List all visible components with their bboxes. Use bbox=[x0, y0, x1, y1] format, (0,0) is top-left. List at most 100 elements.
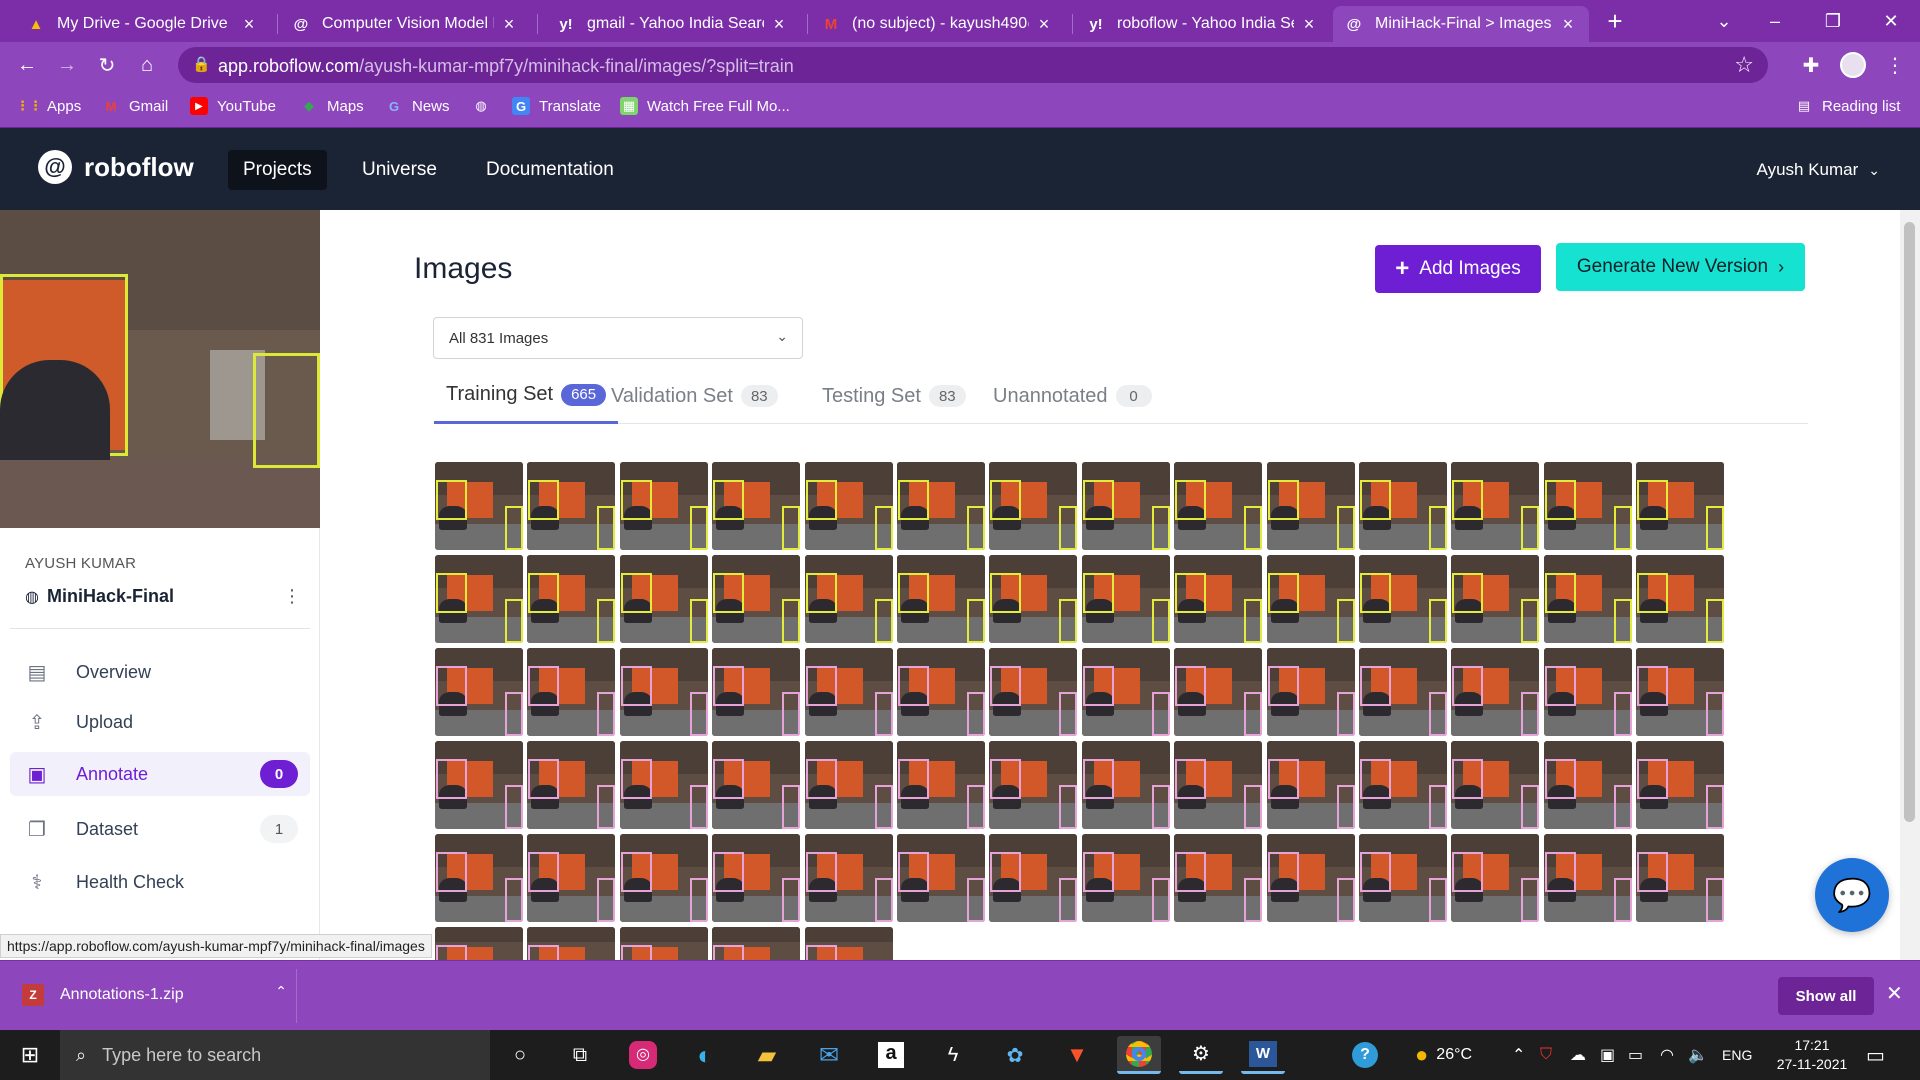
image-thumbnail[interactable] bbox=[897, 462, 985, 550]
image-thumbnail[interactable] bbox=[1451, 462, 1539, 550]
extensions-icon[interactable]: ✚ bbox=[1796, 50, 1826, 80]
close-window-button[interactable]: ✕ bbox=[1862, 0, 1920, 42]
help-icon[interactable]: ? bbox=[1352, 1030, 1378, 1080]
url-text[interactable]: app.roboflow.com/ayush-kumar-mpf7y/minih… bbox=[218, 56, 794, 77]
browser-tab-active[interactable]: @ MiniHack-Final > Images × bbox=[1333, 6, 1589, 42]
image-thumbnail[interactable] bbox=[1082, 741, 1170, 829]
roboflow-logo[interactable]: @ roboflow bbox=[38, 150, 194, 184]
image-thumbnail[interactable] bbox=[435, 555, 523, 643]
image-thumbnail[interactable] bbox=[1636, 462, 1724, 550]
task-view-icon[interactable]: ⧉ bbox=[558, 1036, 602, 1074]
sidebar-item-overview[interactable]: ▤ Overview bbox=[10, 650, 310, 694]
image-thumbnail[interactable] bbox=[1544, 648, 1632, 736]
image-thumbnail[interactable] bbox=[1544, 555, 1632, 643]
image-thumbnail[interactable] bbox=[1451, 741, 1539, 829]
image-thumbnail[interactable] bbox=[805, 555, 893, 643]
bookmark-watch-movies[interactable]: ▦ Watch Free Full Mo... bbox=[620, 97, 790, 115]
image-thumbnail[interactable] bbox=[1359, 648, 1447, 736]
image-thumbnail[interactable] bbox=[897, 555, 985, 643]
image-thumbnail[interactable] bbox=[1451, 834, 1539, 922]
project-name[interactable]: ◍ MiniHack-Final bbox=[25, 586, 174, 607]
close-icon[interactable]: ✕ bbox=[1886, 981, 1903, 1006]
amazon-icon[interactable]: a bbox=[869, 1036, 913, 1074]
sidebar-item-upload[interactable]: ⇪ Upload bbox=[10, 700, 310, 744]
image-thumbnail[interactable] bbox=[435, 462, 523, 550]
chat-button[interactable]: 💬 bbox=[1815, 858, 1889, 932]
image-thumbnail[interactable] bbox=[805, 834, 893, 922]
image-thumbnail[interactable] bbox=[620, 462, 708, 550]
tab-search-icon[interactable]: ⌄ bbox=[1695, 0, 1753, 42]
image-thumbnail[interactable] bbox=[1636, 648, 1724, 736]
instagram-icon[interactable]: ◎ bbox=[621, 1036, 665, 1074]
browser-tab[interactable]: @ Computer Vision Model Libr × bbox=[280, 6, 530, 42]
close-icon[interactable]: × bbox=[240, 14, 258, 35]
new-tab-button[interactable]: + bbox=[1595, 0, 1635, 42]
image-thumbnail[interactable] bbox=[989, 462, 1077, 550]
reload-icon[interactable]: ↻ bbox=[92, 50, 122, 80]
image-thumbnail[interactable] bbox=[1267, 741, 1355, 829]
onedrive-icon[interactable]: ☁ bbox=[1570, 1030, 1586, 1080]
language-indicator[interactable]: ENG bbox=[1722, 1030, 1752, 1080]
bookmark-translate[interactable]: G Translate bbox=[512, 97, 601, 115]
page-scrollbar[interactable] bbox=[1900, 210, 1920, 960]
image-thumbnail[interactable] bbox=[1359, 741, 1447, 829]
device-icon[interactable]: ▣ bbox=[1600, 1030, 1615, 1080]
edge-icon[interactable]: ◐ bbox=[683, 1036, 727, 1074]
browser-tab[interactable]: M (no subject) - kayush490@g × bbox=[810, 6, 1065, 42]
image-thumbnail[interactable] bbox=[989, 741, 1077, 829]
show-all-button[interactable]: Show all bbox=[1778, 977, 1874, 1015]
image-thumbnail[interactable] bbox=[527, 462, 615, 550]
battery-icon[interactable]: ▭ bbox=[1628, 1030, 1643, 1080]
image-thumbnail[interactable] bbox=[435, 741, 523, 829]
image-thumbnail[interactable] bbox=[897, 741, 985, 829]
image-thumbnail[interactable] bbox=[435, 834, 523, 922]
bookmark-apps[interactable]: ⋮⋮ Apps bbox=[16, 97, 81, 115]
chevron-up-icon[interactable]: ⌃ bbox=[275, 983, 287, 1000]
image-thumbnail[interactable] bbox=[897, 648, 985, 736]
image-thumbnail[interactable] bbox=[1636, 834, 1724, 922]
image-thumbnail[interactable] bbox=[1174, 462, 1262, 550]
chrome-icon[interactable] bbox=[1117, 1036, 1161, 1074]
image-thumbnail[interactable] bbox=[1267, 462, 1355, 550]
nav-documentation[interactable]: Documentation bbox=[471, 150, 629, 190]
paint-icon[interactable]: ✿ bbox=[993, 1036, 1037, 1074]
image-thumbnail[interactable] bbox=[1082, 462, 1170, 550]
generate-new-version-button[interactable]: Generate New Version › bbox=[1556, 243, 1805, 291]
image-thumbnail[interactable] bbox=[989, 555, 1077, 643]
image-thumbnail[interactable] bbox=[712, 555, 800, 643]
image-thumbnail[interactable] bbox=[1174, 648, 1262, 736]
url-bar[interactable]: 🔒 app.roboflow.com/ayush-kumar-mpf7y/min… bbox=[178, 47, 1768, 83]
image-thumbnail[interactable] bbox=[1636, 555, 1724, 643]
close-icon[interactable]: × bbox=[1035, 14, 1053, 35]
image-thumbnail[interactable] bbox=[1174, 555, 1262, 643]
bookmark-star-icon[interactable]: ☆ bbox=[1734, 52, 1754, 78]
image-thumbnail[interactable] bbox=[1544, 834, 1632, 922]
tab-unannotated[interactable]: Unannotated 0 bbox=[981, 368, 1164, 424]
image-thumbnail[interactable] bbox=[1174, 741, 1262, 829]
image-thumbnail[interactable] bbox=[527, 555, 615, 643]
browser-menu-icon[interactable]: ⋮ bbox=[1880, 50, 1910, 80]
image-thumbnail[interactable] bbox=[435, 927, 523, 960]
sidebar-item-annotate[interactable]: ▣ Annotate 0 bbox=[10, 752, 310, 796]
image-thumbnail[interactable] bbox=[1082, 834, 1170, 922]
project-thumbnail[interactable] bbox=[0, 210, 320, 528]
sidebar-item-dataset[interactable]: ❐ Dataset 1 bbox=[10, 807, 310, 851]
image-thumbnail[interactable] bbox=[1359, 834, 1447, 922]
image-thumbnail[interactable] bbox=[527, 648, 615, 736]
image-thumbnail[interactable] bbox=[897, 834, 985, 922]
image-thumbnail[interactable] bbox=[1359, 462, 1447, 550]
image-thumbnail[interactable] bbox=[1267, 555, 1355, 643]
download-item[interactable]: Z Annotations-1.zip ⌃ bbox=[22, 975, 292, 1015]
image-thumbnail[interactable] bbox=[527, 927, 615, 960]
bookmark-maps[interactable]: ◆ Maps bbox=[300, 97, 364, 115]
file-explorer-icon[interactable]: ▰ bbox=[745, 1036, 789, 1074]
taskbar-search[interactable]: ⌕ Type here to search bbox=[60, 1030, 490, 1080]
brave-icon[interactable]: ▼ bbox=[1055, 1036, 1099, 1074]
image-thumbnail[interactable] bbox=[1451, 555, 1539, 643]
image-thumbnail[interactable] bbox=[805, 648, 893, 736]
image-thumbnail[interactable] bbox=[620, 834, 708, 922]
home-icon[interactable]: ⌂ bbox=[132, 50, 162, 80]
image-thumbnail[interactable] bbox=[1544, 462, 1632, 550]
image-thumbnail[interactable] bbox=[1267, 834, 1355, 922]
word-icon[interactable]: W bbox=[1241, 1036, 1285, 1074]
